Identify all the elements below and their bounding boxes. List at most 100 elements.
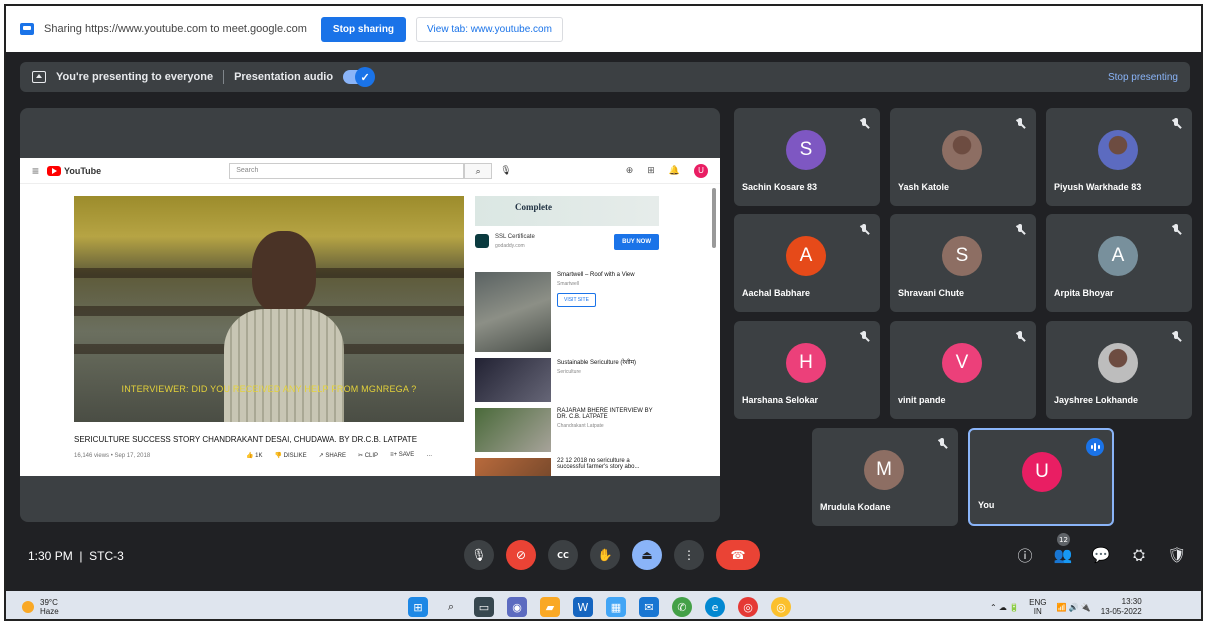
activities-icon[interactable]: ⛭	[1128, 542, 1150, 568]
list-item[interactable]: 22 12 2018 no sericulture a successful f…	[475, 458, 659, 476]
participant-tile[interactable]: M Mrudula Kodane	[812, 428, 958, 526]
stop-presenting-link[interactable]: Stop presenting	[1108, 72, 1178, 83]
participant-tile[interactable]: Vvinit pande	[890, 321, 1036, 419]
avatar: M	[864, 450, 904, 490]
leave-call-button[interactable]: ☎	[716, 540, 760, 570]
weather-condition: Haze	[40, 607, 59, 616]
ad-domain: godaddy.com	[495, 243, 525, 249]
ad-banner[interactable]: Complete	[475, 196, 659, 226]
more-options-button[interactable]: ⋮	[674, 540, 704, 570]
microphone-button[interactable]: 🎙	[464, 540, 494, 570]
stop-sharing-button[interactable]: Stop sharing	[320, 16, 407, 42]
chat-icon[interactable]: 💬	[1090, 542, 1112, 568]
ad-card: SSL Certificate godaddy.com BUY NOW	[475, 234, 659, 266]
scrollbar[interactable]	[712, 188, 716, 248]
task-view-icon[interactable]: ▭	[474, 597, 494, 617]
video-thumbnail[interactable]	[475, 408, 551, 452]
side-item-title: RAJARAM BHERE INTERVIEW BY DR. C.B. LATP…	[557, 408, 653, 420]
mic-off-icon	[1170, 118, 1182, 130]
youtube-sidebar: Complete SSL Certificate godaddy.com BUY…	[475, 196, 659, 476]
screen-share-icon	[20, 23, 34, 35]
avatar: U	[1022, 452, 1062, 492]
participant-tile[interactable]: Piyush Warkhade 83	[1046, 108, 1192, 206]
tray-icons[interactable]: ⌃ ☁ 🔋	[990, 603, 1019, 612]
video-actions: 👍 1K 👎 DISLIKE ↗ SHARE ✂ CLIP ≡+ SAVE …	[246, 452, 432, 459]
participant-tile[interactable]: Jayshree Lokhande	[1046, 321, 1192, 419]
captions-button[interactable]: CC	[548, 540, 578, 570]
video-subtitle: INTERVIEWER: DID YOU RECEIVED ANY HELP F…	[121, 384, 417, 394]
network-volume-battery-icons[interactable]: 📶 🔊 🔌	[1056, 603, 1090, 612]
video-thumbnail[interactable]	[475, 358, 551, 402]
participant-tile[interactable]: A Aachal Babhare	[734, 214, 880, 312]
video-thumbnail[interactable]	[475, 272, 551, 352]
word-icon[interactable]: W	[573, 597, 593, 617]
start-icon[interactable]: ⊞	[408, 597, 428, 617]
whatsapp-icon[interactable]: ✆	[672, 597, 692, 617]
chrome-icon[interactable]: ◎	[738, 597, 758, 617]
side-item-sub: Smartwell	[557, 281, 579, 287]
avatar: V	[942, 343, 982, 383]
search-icon[interactable]: ⌕	[464, 162, 493, 179]
chrome-share-bar: Sharing https://www.youtube.com to meet.…	[6, 6, 1201, 52]
youtube-search-input[interactable]: Search	[229, 162, 465, 179]
teams-icon[interactable]: ◉	[507, 597, 527, 617]
video-thumbnail[interactable]	[475, 458, 551, 476]
mail-icon[interactable]: ✉	[639, 597, 659, 617]
like-button[interactable]: 👍 1K	[246, 452, 262, 459]
file-explorer-icon[interactable]: ▰	[540, 597, 560, 617]
participant-tile[interactable]: S Shravani Chute	[890, 214, 1036, 312]
weather-widget[interactable]: 39°C Haze	[22, 598, 59, 616]
check-icon: ✓	[355, 67, 376, 87]
meeting-controls: 🎙 ⊘ CC ✋ ⏏ ⋮ ☎	[464, 540, 760, 570]
share-button[interactable]: ↗ SHARE	[319, 452, 346, 459]
search-icon[interactable]: ⌕	[441, 597, 461, 617]
menu-icon[interactable]: ≡	[32, 164, 39, 178]
speaking-indicator-icon	[1086, 438, 1104, 456]
list-item[interactable]: RAJARAM BHERE INTERVIEW BY DR. C.B. LATP…	[475, 408, 659, 452]
visit-site-button[interactable]: VISIT SITE	[557, 293, 596, 307]
participant-name: Shravani Chute	[898, 288, 965, 298]
youtube-logo[interactable]: YouTube	[47, 165, 101, 176]
bell-icon[interactable]: 🔔	[669, 165, 680, 176]
create-icon[interactable]: ⊕	[626, 165, 634, 176]
participant-tile[interactable]: Yash Katole	[890, 108, 1036, 206]
host-controls-icon[interactable]: 🛡	[1166, 542, 1188, 568]
chrome-profile-icon[interactable]: ◎	[771, 597, 791, 617]
list-item[interactable]: Smartwell – Roof with a View Smartwell V…	[475, 272, 659, 352]
video-title: SERICULTURE SUCCESS STORY CHANDRAKANT DE…	[74, 435, 418, 444]
more-actions-button[interactable]: …	[426, 452, 432, 459]
dislike-button[interactable]: 👎 DISLIKE	[274, 452, 306, 459]
avatar	[1098, 343, 1138, 383]
windows-taskbar: 39°C Haze ⊞ ⌕ ▭ ◉ ▰ W ▦ ✉ ✆ e ◎ ◎ ⌃ ☁ 🔋 …	[6, 591, 1201, 619]
present-now-button[interactable]: ⏏	[632, 540, 662, 570]
clip-button[interactable]: ✂ CLIP	[358, 452, 378, 459]
clock-date: 13-05-2022	[1100, 607, 1142, 616]
edge-icon[interactable]: e	[705, 597, 725, 617]
clock[interactable]: 13:30 13-05-2022	[1101, 597, 1142, 617]
participant-name: Harshana Selokar	[742, 395, 819, 405]
participant-tile[interactable]: S Sachin Kosare 83	[734, 108, 880, 206]
store-icon[interactable]: ▦	[606, 597, 626, 617]
youtube-header-actions: ⊕ ⊞ 🔔 U	[626, 163, 708, 178]
buy-now-button[interactable]: BUY NOW	[614, 234, 659, 250]
avatar	[1098, 130, 1138, 170]
save-button[interactable]: ≡+ SAVE	[390, 452, 414, 459]
video-player[interactable]: INTERVIEWER: DID YOU RECEIVED ANY HELP F…	[74, 196, 464, 422]
presentation-audio-toggle[interactable]: ✓	[343, 67, 376, 87]
language-indicator[interactable]: ENG IN	[1029, 598, 1046, 616]
apps-icon[interactable]: ⊞	[647, 165, 655, 176]
people-button[interactable]: 👥 12	[1052, 533, 1074, 568]
side-item-title: Sustainable Sericulture (रेशीम)	[557, 360, 637, 366]
camera-off-button[interactable]: ⊘	[506, 540, 536, 570]
meeting-info-icon[interactable]: ⓘ	[1014, 542, 1036, 568]
participant-tile-self[interactable]: U You	[968, 428, 1114, 526]
presenting-text: You're presenting to everyone	[56, 71, 214, 83]
raise-hand-button[interactable]: ✋	[590, 540, 620, 570]
participant-tile[interactable]: A Arpita Bhoyar	[1046, 214, 1192, 312]
list-item[interactable]: Sustainable Sericulture (रेशीम) Sericult…	[475, 358, 659, 402]
mic-off-icon	[936, 438, 948, 450]
participant-tile[interactable]: H Harshana Selokar	[734, 321, 880, 419]
voice-search-icon[interactable]: 🎙	[500, 165, 511, 176]
view-tab-button[interactable]: View tab: www.youtube.com	[416, 16, 563, 42]
youtube-avatar[interactable]: U	[694, 163, 708, 178]
